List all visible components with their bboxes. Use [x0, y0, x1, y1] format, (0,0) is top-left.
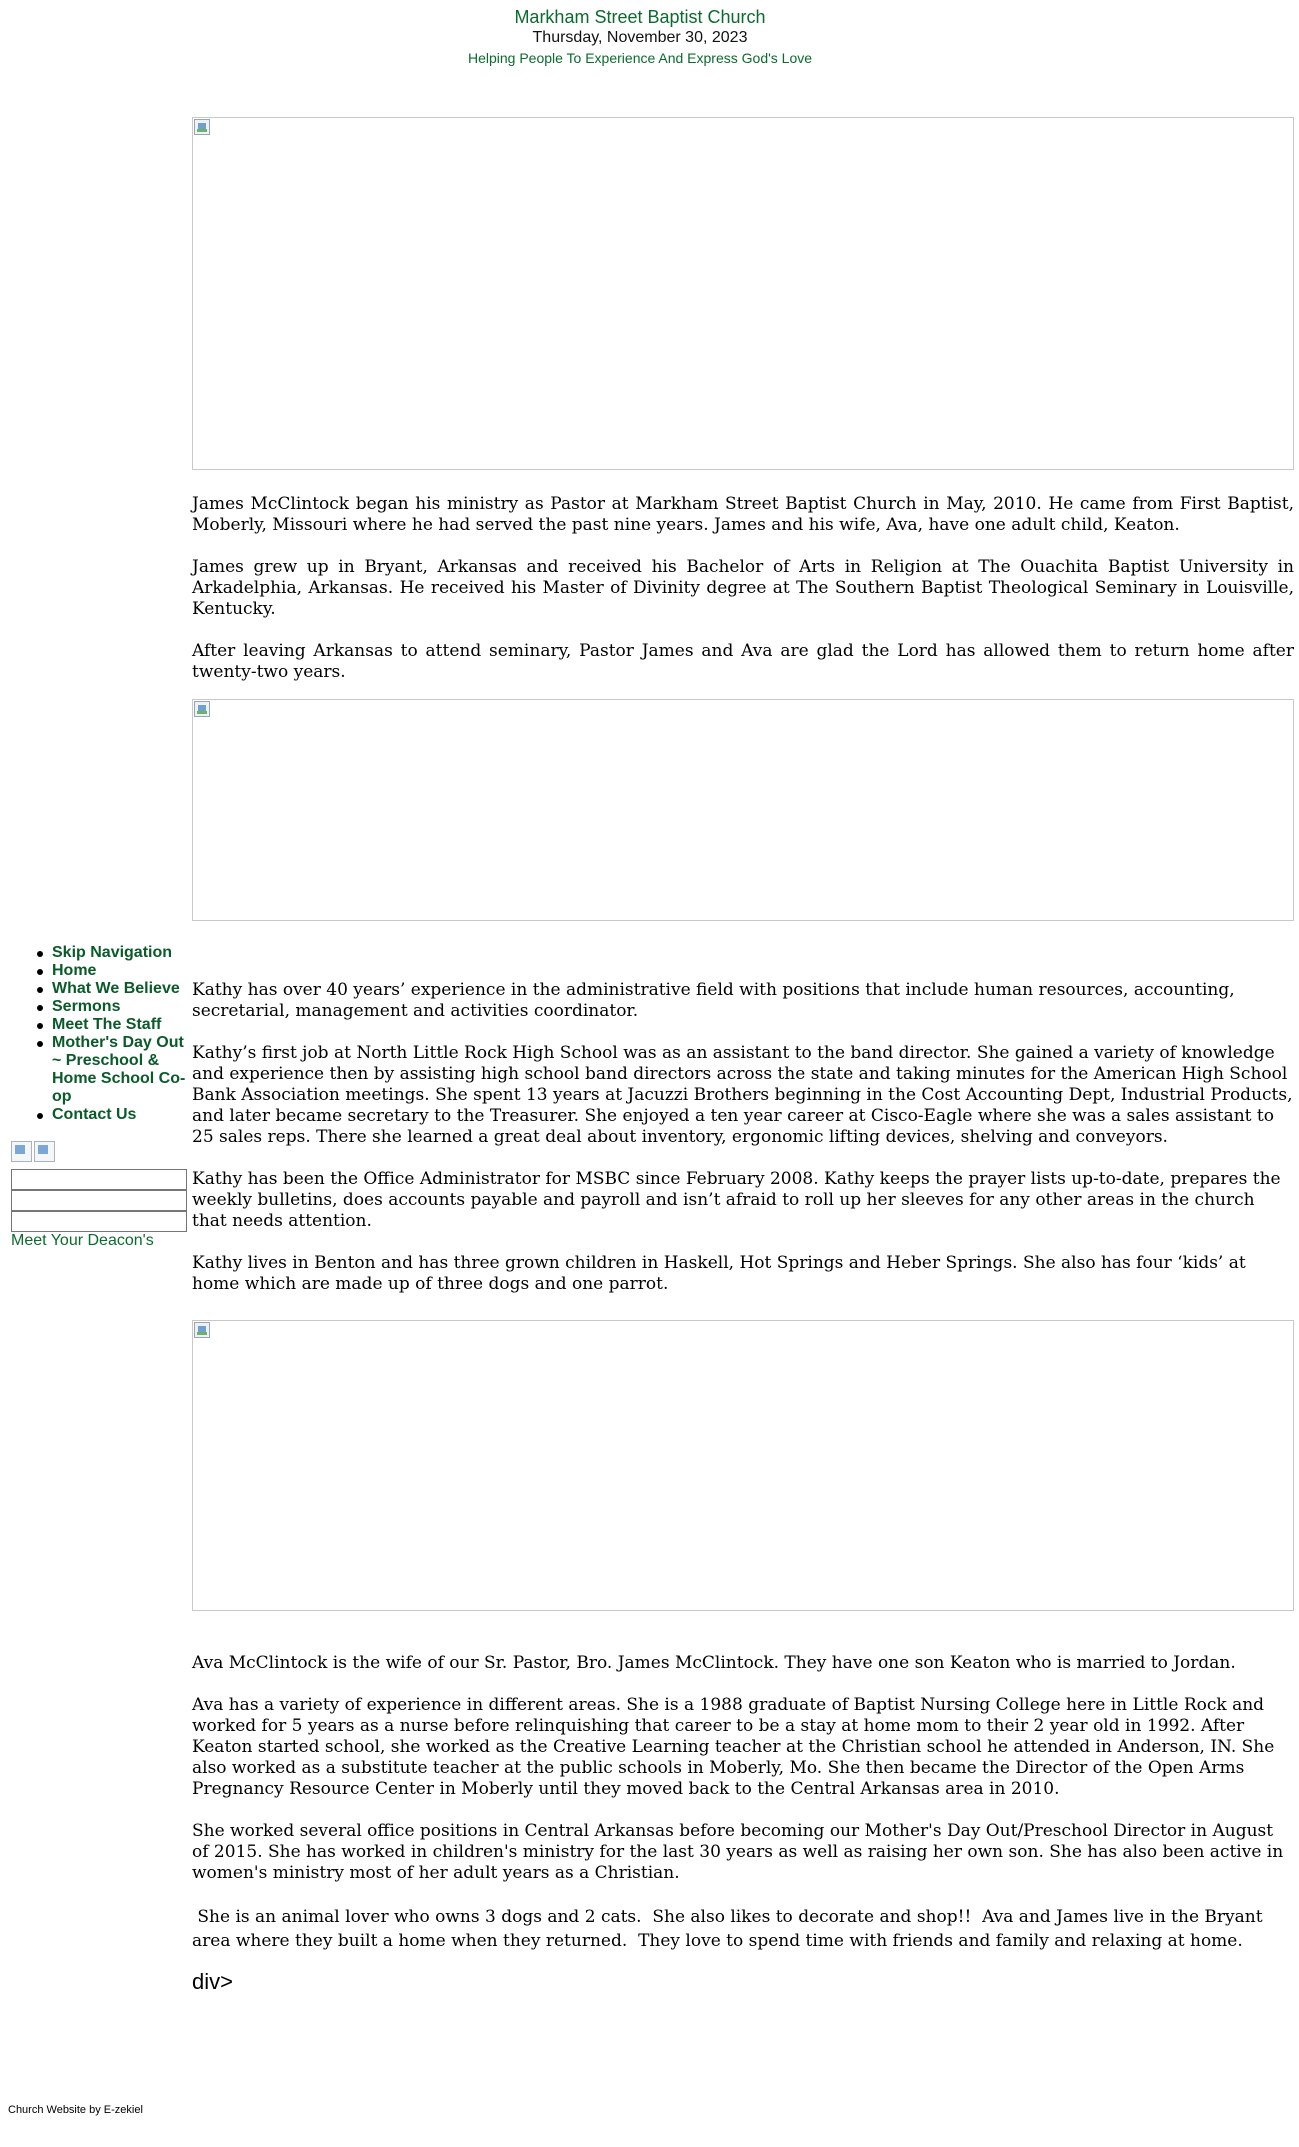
office-admin-photo	[192, 699, 1294, 921]
bio-paragraph: Ava has a variety of experience in diffe…	[192, 1695, 1275, 1799]
site-title: Markham Street Baptist Church	[514, 7, 766, 27]
bio-paragraph: She worked several office positions in C…	[192, 1821, 1284, 1883]
nav-item-contact-us: Contact Us	[37, 1106, 190, 1124]
bio-paragraph: She is an animal lover who owns 3 dogs a…	[192, 1907, 1268, 1951]
sidebar-field-2[interactable]	[11, 1190, 187, 1211]
office-admin-bio: Kathy has over 40 years’ experience in t…	[192, 980, 1294, 1316]
nav-item-meet-the-staff: Meet The Staff	[37, 1016, 190, 1034]
main-nav: Skip Navigation Home What We Believe Ser…	[0, 944, 190, 1124]
nav-link-mothers-day-out[interactable]: Mother's Day Out ~ Preschool & Home Scho…	[52, 1034, 185, 1105]
nav-item-home: Home	[37, 962, 190, 980]
sidebar-field-3[interactable]	[11, 1211, 187, 1232]
preschool-director-photo	[192, 1320, 1294, 1611]
bio-paragraph: Kathy has over 40 years’ experience in t…	[192, 980, 1235, 1021]
bio-paragraph: James grew up in Bryant, Arkansas and re…	[192, 557, 1294, 619]
sidebar-form	[11, 1169, 187, 1232]
broken-image-icon	[194, 1322, 210, 1338]
pastor-bio: James McClintock began his ministry as P…	[192, 494, 1294, 704]
meet-deacons-link[interactable]: Meet Your Deacon's	[11, 1232, 154, 1250]
broken-image-icon[interactable]	[11, 1141, 32, 1162]
sidebar-image-links	[11, 1141, 57, 1167]
broken-image-icon[interactable]	[34, 1141, 55, 1162]
nav-link-meet-the-staff[interactable]: Meet The Staff	[52, 1016, 161, 1033]
bio-paragraph: Kathy lives in Benton and has three grow…	[192, 1253, 1246, 1294]
nav-item-skip-navigation: Skip Navigation	[37, 944, 190, 962]
nav-link-what-we-believe[interactable]: What We Believe	[52, 980, 180, 997]
current-date: Thursday, November 30, 2023	[532, 29, 748, 46]
bio-paragraph: Kathy has been the Office Administrator …	[192, 1169, 1281, 1231]
bio-paragraph: James McClintock began his ministry as P…	[192, 494, 1294, 535]
pastor-photo	[192, 117, 1294, 470]
site-header: Markham Street Baptist Church Thursday, …	[0, 6, 1280, 67]
nav-link-contact-us[interactable]: Contact Us	[52, 1106, 136, 1123]
sidebar-field-1[interactable]	[11, 1169, 187, 1190]
nav-link-home[interactable]: Home	[52, 962, 96, 979]
nav-link-skip-navigation[interactable]: Skip Navigation	[52, 944, 172, 961]
nav-item-what-we-believe: What We Believe	[37, 980, 190, 998]
site-tagline: Helping People To Experience And Express…	[467, 50, 813, 66]
bio-paragraph: Kathy’s first job at North Little Rock H…	[192, 1043, 1293, 1147]
broken-image-icon	[194, 119, 210, 135]
nav-item-mothers-day-out: Mother's Day Out ~ Preschool & Home Scho…	[37, 1034, 190, 1106]
broken-image-icon	[194, 701, 210, 717]
footer-credit: Church Website by E-zekiel	[8, 2104, 143, 2116]
bio-paragraph: After leaving Arkansas to attend seminar…	[192, 641, 1294, 682]
nav-link-sermons[interactable]: Sermons	[52, 998, 120, 1015]
nav-list: Skip Navigation Home What We Believe Ser…	[0, 944, 190, 1124]
nav-item-sermons: Sermons	[37, 998, 190, 1016]
stray-markup-text: div>	[192, 1969, 233, 1994]
preschool-director-bio: Ava McClintock is the wife of our Sr. Pa…	[192, 1653, 1294, 1974]
bio-paragraph: Ava McClintock is the wife of our Sr. Pa…	[192, 1653, 1236, 1673]
